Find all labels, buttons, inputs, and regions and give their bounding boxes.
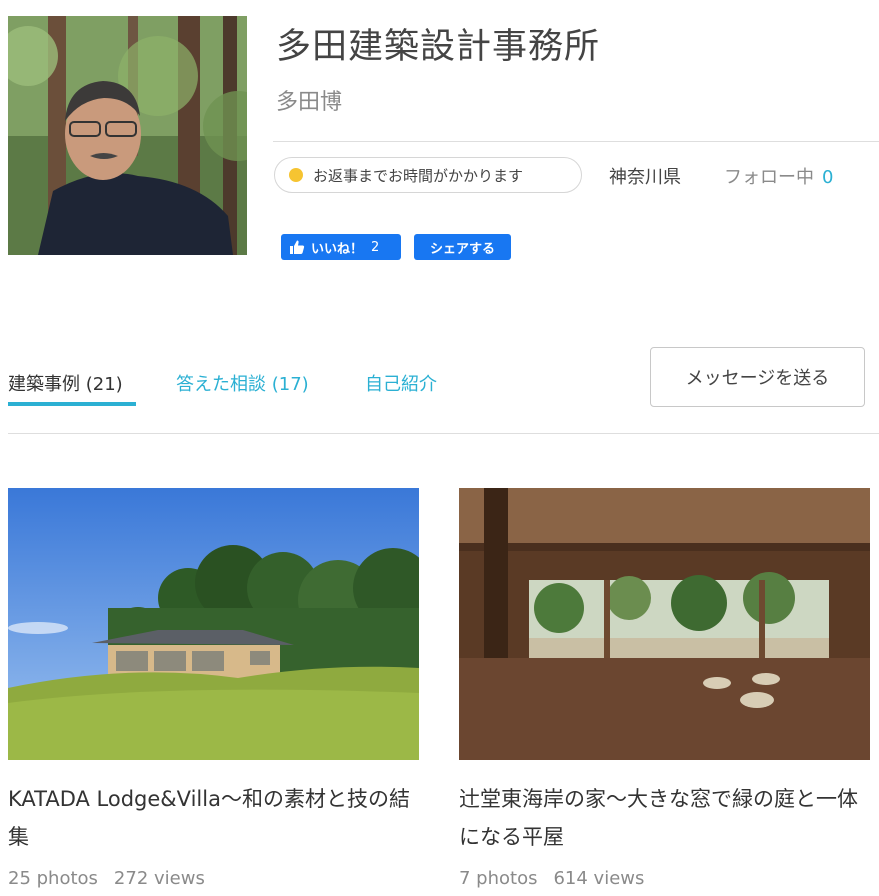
- facebook-share-button[interactable]: シェアする: [414, 234, 511, 260]
- project-title[interactable]: KATADA Lodge&Villa〜和の素材と技の結集: [8, 780, 419, 856]
- follow-count: 0: [822, 167, 834, 188]
- wooden-interior-garden-view-photo: [459, 488, 870, 760]
- response-status-text: お返事までお時間がかかります: [313, 166, 524, 185]
- photo-count: 25 photos: [8, 868, 98, 889]
- view-count: 614 views: [553, 868, 645, 889]
- like-label: いいね！: [311, 241, 364, 257]
- follow-label: フォロー中: [724, 167, 814, 188]
- location: 神奈川県: [609, 167, 681, 188]
- status-dot-icon: [289, 168, 303, 182]
- project-card[interactable]: KATADA Lodge&Villa〜和の素材と技の結集 25 photos 27…: [8, 488, 419, 889]
- pro-profile-page: 多田建築設計事務所 多田博 お返事までお時間がかかります 神奈川県 フォロー中 0…: [0, 0, 879, 896]
- header-divider: [273, 141, 879, 142]
- tab-answered-questions[interactable]: 答えた相談 (17): [176, 370, 309, 396]
- active-tab-indicator: [8, 402, 136, 406]
- like-count: 2: [371, 239, 380, 255]
- project-photo[interactable]: [8, 488, 419, 760]
- project-title[interactable]: 辻堂東海岸の家〜大きな窓で緑の庭と一体になる平屋: [459, 780, 870, 856]
- project-stats: 7 photos 614 views: [459, 868, 870, 889]
- tab-self-introduction[interactable]: 自己紹介: [365, 370, 437, 396]
- avatar: [8, 16, 247, 255]
- send-message-button[interactable]: メッセージを送る: [650, 347, 865, 407]
- follow-status[interactable]: フォロー中 0: [724, 163, 833, 189]
- tab-projects[interactable]: 建築事例 (21): [8, 370, 123, 396]
- photo-count: 7 photos: [459, 868, 538, 889]
- project-card[interactable]: 辻堂東海岸の家〜大きな窓で緑の庭と一体になる平屋 7 photos 614 vie…: [459, 488, 870, 889]
- person-name: 多田博: [276, 90, 343, 115]
- response-status-badge: お返事までお時間がかかります: [274, 157, 582, 193]
- office-name: 多田建築設計事務所: [276, 27, 601, 67]
- house-on-green-hill-photo: [8, 488, 419, 760]
- tabs-divider: [8, 433, 879, 434]
- profile-photo: [8, 16, 247, 255]
- project-stats: 25 photos 272 views: [8, 868, 419, 889]
- view-count: 272 views: [113, 868, 205, 889]
- facebook-like-button[interactable]: いいね！ 2: [281, 234, 401, 260]
- project-photo[interactable]: [459, 488, 870, 760]
- thumbs-up-icon: [290, 240, 305, 254]
